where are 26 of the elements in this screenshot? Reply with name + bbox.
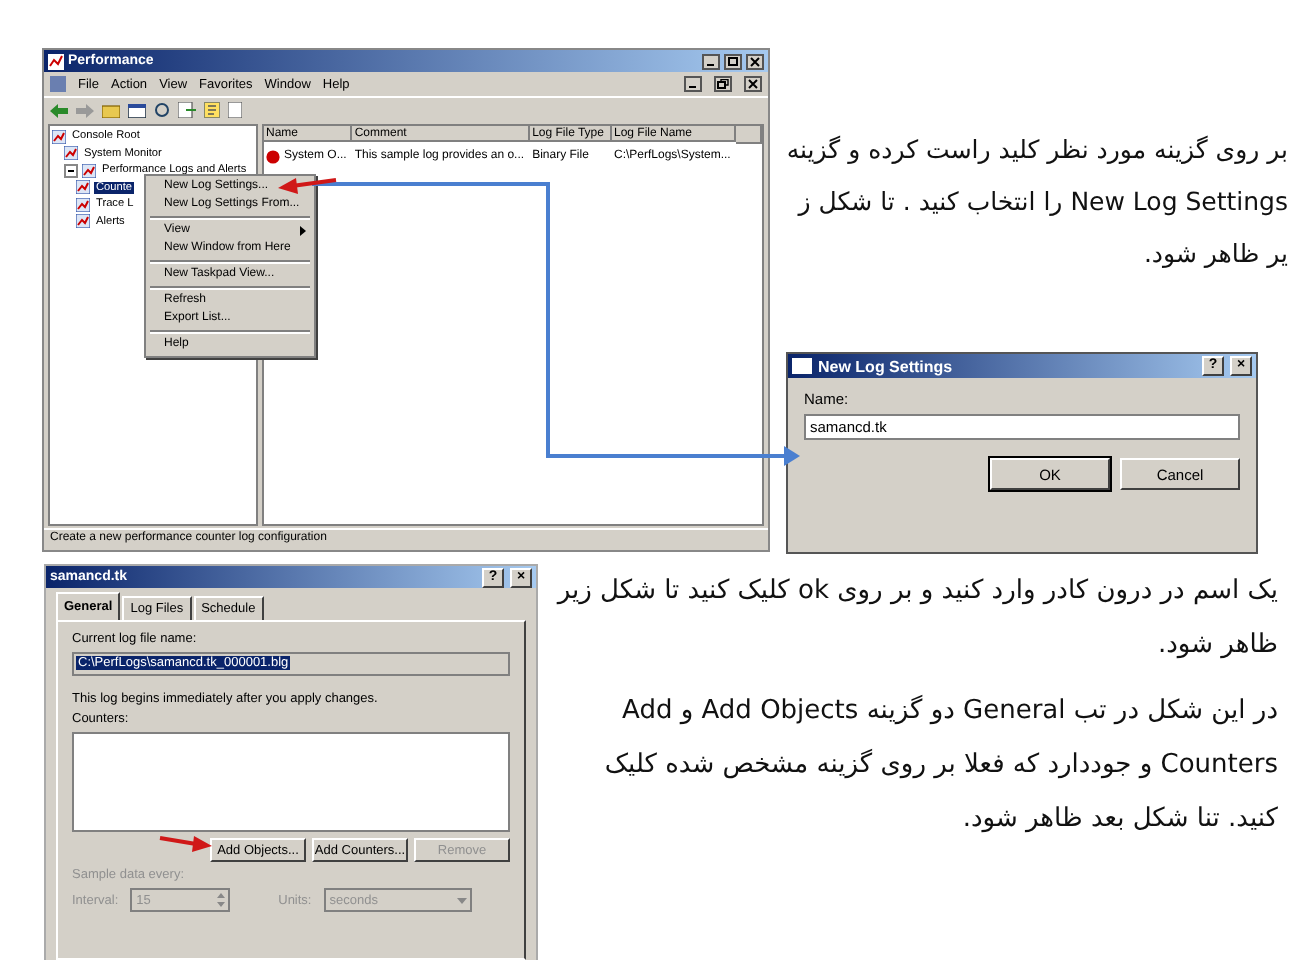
minimize-icon[interactable]: [684, 76, 702, 92]
instruction-text: در این شکل در تب General دو گزینه Add Objects و Add Counters و جوددارد که فعلا بر روی گزینه مشخص شده کلیک کنید. تنا شکل بعد ظاهر شود.: [602, 693, 1278, 838]
submenu-arrow-icon: [300, 226, 306, 236]
minimize-icon[interactable]: [702, 53, 720, 69]
stop-icon: [266, 149, 280, 163]
instruction-text: یک اسم در درون کادر وارد کنید و بر روی ok کلیک کنید تا شکل زیر ظاهر شود.: [554, 574, 1278, 664]
document-icon[interactable]: [228, 102, 242, 118]
close-icon[interactable]: [746, 53, 764, 69]
maximize-icon[interactable]: [724, 53, 742, 69]
window-icon[interactable]: [128, 103, 146, 117]
chart-icon: [48, 53, 64, 69]
close-icon[interactable]: [744, 76, 762, 92]
instruction-text: بر روی گزینه مورد نظر کلید راست کرده و گزینه New Log Settings را انتخاب کنید . تا شکل ز یر ظاهر شود.: [784, 132, 1290, 272]
window-icon: [792, 358, 812, 374]
app-icon: [50, 76, 66, 92]
restore-icon[interactable]: [714, 76, 732, 92]
properties-icon[interactable]: [204, 102, 220, 118]
dialog-title: New Log Settings: [818, 357, 953, 375]
collapse-box-icon[interactable]: [64, 163, 78, 178]
pointer-arrow: [159, 836, 212, 852]
spinner-arrows-icon[interactable]: [214, 890, 229, 910]
pointer-arrow: [278, 178, 337, 194]
back-icon[interactable]: [50, 103, 68, 117]
export-icon[interactable]: [178, 102, 196, 118]
refresh-icon[interactable]: [154, 102, 170, 118]
counters-list[interactable]: [72, 732, 510, 832]
